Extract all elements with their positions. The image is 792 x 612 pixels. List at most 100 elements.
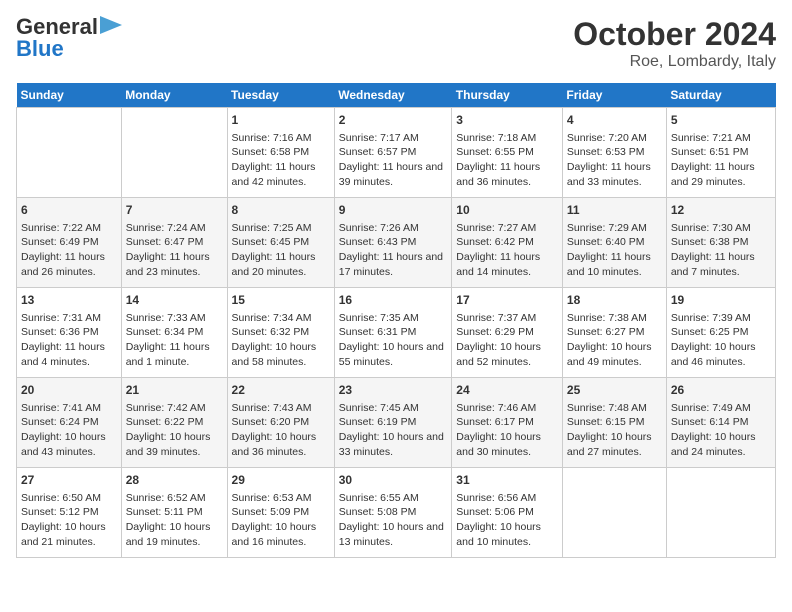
day-info: Sunrise: 7:33 AM Sunset: 6:34 PM Dayligh… bbox=[126, 311, 223, 370]
day-info: Sunrise: 7:37 AM Sunset: 6:29 PM Dayligh… bbox=[456, 311, 558, 370]
calendar-cell: 1Sunrise: 7:16 AM Sunset: 6:58 PM Daylig… bbox=[227, 108, 334, 198]
calendar-cell: 17Sunrise: 7:37 AM Sunset: 6:29 PM Dayli… bbox=[452, 288, 563, 378]
col-header-wednesday: Wednesday bbox=[334, 83, 452, 108]
day-number: 4 bbox=[567, 112, 662, 129]
day-number: 23 bbox=[339, 382, 448, 399]
day-info: Sunrise: 7:26 AM Sunset: 6:43 PM Dayligh… bbox=[339, 221, 448, 280]
day-number: 22 bbox=[232, 382, 330, 399]
logo-arrow-icon bbox=[100, 16, 122, 34]
day-info: Sunrise: 7:24 AM Sunset: 6:47 PM Dayligh… bbox=[126, 221, 223, 280]
calendar-cell: 15 Sunrise: 7:34 AM Sunset: 6:32 PM Dayli… bbox=[227, 288, 334, 378]
day-info: Sunrise: 7:46 AM Sunset: 6:17 PM Dayligh… bbox=[456, 401, 558, 460]
day-info: Sunrise: 7:43 AM Sunset: 6:20 PM Dayligh… bbox=[232, 401, 330, 460]
day-number: 20 bbox=[21, 382, 117, 399]
page-header: General Blue October 2024 Roe, Lombardy,… bbox=[16, 16, 776, 71]
calendar-week-row: 1Sunrise: 7:16 AM Sunset: 6:58 PM Daylig… bbox=[17, 108, 776, 198]
col-header-monday: Monday bbox=[121, 83, 227, 108]
calendar-table: SundayMondayTuesdayWednesdayThursdayFrid… bbox=[16, 83, 776, 558]
day-info: Sunrise: 7:34 AM Sunset: 6:32 PM Dayligh… bbox=[232, 311, 330, 370]
day-info: Sunrise: 7:25 AM Sunset: 6:45 PM Dayligh… bbox=[232, 221, 330, 280]
calendar-header-row: SundayMondayTuesdayWednesdayThursdayFrid… bbox=[17, 83, 776, 108]
calendar-cell: 18 Sunrise: 7:38 AM Sunset: 6:27 PM Dayli… bbox=[562, 288, 666, 378]
day-info: Sunrise: 7:38 AM Sunset: 6:27 PM Dayligh… bbox=[567, 311, 662, 370]
calendar-cell: 30Sunrise: 6:55 AM Sunset: 5:08 PM Dayli… bbox=[334, 468, 452, 558]
day-number: 26 bbox=[671, 382, 771, 399]
calendar-week-row: 6 Sunrise: 7:22 AM Sunset: 6:49 PM Daylig… bbox=[17, 198, 776, 288]
day-number: 18 bbox=[567, 292, 662, 309]
day-number: 19 bbox=[671, 292, 771, 309]
day-number: 5 bbox=[671, 112, 771, 129]
calendar-week-row: 27 Sunrise: 6:50 AM Sunset: 5:12 PM Dayli… bbox=[17, 468, 776, 558]
calendar-cell: 3 Sunrise: 7:18 AM Sunset: 6:55 PM Daylig… bbox=[452, 108, 563, 198]
day-number: 2 bbox=[339, 112, 448, 129]
logo-text: General bbox=[16, 16, 98, 38]
day-info: Sunrise: 7:21 AM Sunset: 6:51 PM Dayligh… bbox=[671, 131, 771, 190]
day-number: 27 bbox=[21, 472, 117, 489]
day-info: Sunrise: 6:55 AM Sunset: 5:08 PM Dayligh… bbox=[339, 491, 448, 550]
calendar-cell: 25 Sunrise: 7:48 AM Sunset: 6:15 PM Dayli… bbox=[562, 378, 666, 468]
day-number: 12 bbox=[671, 202, 771, 219]
calendar-week-row: 20 Sunrise: 7:41 AM Sunset: 6:24 PM Dayli… bbox=[17, 378, 776, 468]
col-header-friday: Friday bbox=[562, 83, 666, 108]
calendar-cell bbox=[562, 468, 666, 558]
day-info: Sunrise: 7:17 AM Sunset: 6:57 PM Dayligh… bbox=[339, 131, 448, 190]
calendar-cell: 22 Sunrise: 7:43 AM Sunset: 6:20 PM Dayli… bbox=[227, 378, 334, 468]
day-number: 31 bbox=[456, 472, 558, 489]
calendar-cell: 6 Sunrise: 7:22 AM Sunset: 6:49 PM Daylig… bbox=[17, 198, 122, 288]
day-number: 6 bbox=[21, 202, 117, 219]
calendar-cell: 31 Sunrise: 6:56 AM Sunset: 5:06 PM Dayli… bbox=[452, 468, 563, 558]
calendar-cell: 9 Sunrise: 7:26 AM Sunset: 6:43 PM Daylig… bbox=[334, 198, 452, 288]
calendar-cell: 14 Sunrise: 7:33 AM Sunset: 6:34 PM Dayli… bbox=[121, 288, 227, 378]
calendar-cell: 27 Sunrise: 6:50 AM Sunset: 5:12 PM Dayli… bbox=[17, 468, 122, 558]
day-number: 28 bbox=[126, 472, 223, 489]
day-info: Sunrise: 6:50 AM Sunset: 5:12 PM Dayligh… bbox=[21, 491, 117, 550]
day-info: Sunrise: 7:45 AM Sunset: 6:19 PM Dayligh… bbox=[339, 401, 448, 460]
day-info: Sunrise: 6:56 AM Sunset: 5:06 PM Dayligh… bbox=[456, 491, 558, 550]
calendar-cell: 26 Sunrise: 7:49 AM Sunset: 6:14 PM Dayli… bbox=[666, 378, 775, 468]
day-info: Sunrise: 7:31 AM Sunset: 6:36 PM Dayligh… bbox=[21, 311, 117, 370]
calendar-cell: 4Sunrise: 7:20 AM Sunset: 6:53 PM Daylig… bbox=[562, 108, 666, 198]
calendar-cell: 23 Sunrise: 7:45 AM Sunset: 6:19 PM Dayli… bbox=[334, 378, 452, 468]
day-number: 16 bbox=[339, 292, 448, 309]
day-number: 9 bbox=[339, 202, 448, 219]
day-number: 8 bbox=[232, 202, 330, 219]
day-info: Sunrise: 7:18 AM Sunset: 6:55 PM Dayligh… bbox=[456, 131, 558, 190]
day-info: Sunrise: 7:35 AM Sunset: 6:31 PM Dayligh… bbox=[339, 311, 448, 370]
day-number: 15 bbox=[232, 292, 330, 309]
day-number: 1 bbox=[232, 112, 330, 129]
day-number: 25 bbox=[567, 382, 662, 399]
col-header-sunday: Sunday bbox=[17, 83, 122, 108]
calendar-cell: 11Sunrise: 7:29 AM Sunset: 6:40 PM Dayli… bbox=[562, 198, 666, 288]
logo: General Blue bbox=[16, 16, 122, 60]
day-number: 14 bbox=[126, 292, 223, 309]
day-number: 11 bbox=[567, 202, 662, 219]
calendar-cell: 13Sunrise: 7:31 AM Sunset: 6:36 PM Dayli… bbox=[17, 288, 122, 378]
day-number: 10 bbox=[456, 202, 558, 219]
calendar-cell bbox=[666, 468, 775, 558]
day-info: Sunrise: 7:41 AM Sunset: 6:24 PM Dayligh… bbox=[21, 401, 117, 460]
col-header-thursday: Thursday bbox=[452, 83, 563, 108]
day-info: Sunrise: 7:27 AM Sunset: 6:42 PM Dayligh… bbox=[456, 221, 558, 280]
page-subtitle: Roe, Lombardy, Italy bbox=[573, 53, 776, 71]
day-info: Sunrise: 7:42 AM Sunset: 6:22 PM Dayligh… bbox=[126, 401, 223, 460]
day-info: Sunrise: 6:53 AM Sunset: 5:09 PM Dayligh… bbox=[232, 491, 330, 550]
calendar-cell: 24Sunrise: 7:46 AM Sunset: 6:17 PM Dayli… bbox=[452, 378, 563, 468]
day-number: 21 bbox=[126, 382, 223, 399]
logo-blue: Blue bbox=[16, 38, 64, 60]
calendar-cell: 8 Sunrise: 7:25 AM Sunset: 6:45 PM Daylig… bbox=[227, 198, 334, 288]
day-info: Sunrise: 7:49 AM Sunset: 6:14 PM Dayligh… bbox=[671, 401, 771, 460]
day-number: 29 bbox=[232, 472, 330, 489]
calendar-cell: 10 Sunrise: 7:27 AM Sunset: 6:42 PM Dayli… bbox=[452, 198, 563, 288]
calendar-cell: 12Sunrise: 7:30 AM Sunset: 6:38 PM Dayli… bbox=[666, 198, 775, 288]
title-block: October 2024 Roe, Lombardy, Italy bbox=[573, 16, 776, 71]
day-info: Sunrise: 7:48 AM Sunset: 6:15 PM Dayligh… bbox=[567, 401, 662, 460]
calendar-cell: 20 Sunrise: 7:41 AM Sunset: 6:24 PM Dayli… bbox=[17, 378, 122, 468]
col-header-saturday: Saturday bbox=[666, 83, 775, 108]
calendar-week-row: 13Sunrise: 7:31 AM Sunset: 6:36 PM Dayli… bbox=[17, 288, 776, 378]
col-header-tuesday: Tuesday bbox=[227, 83, 334, 108]
calendar-cell: 19 Sunrise: 7:39 AM Sunset: 6:25 PM Dayli… bbox=[666, 288, 775, 378]
day-info: Sunrise: 7:39 AM Sunset: 6:25 PM Dayligh… bbox=[671, 311, 771, 370]
calendar-cell: 5 Sunrise: 7:21 AM Sunset: 6:51 PM Daylig… bbox=[666, 108, 775, 198]
day-number: 3 bbox=[456, 112, 558, 129]
day-info: Sunrise: 7:22 AM Sunset: 6:49 PM Dayligh… bbox=[21, 221, 117, 280]
